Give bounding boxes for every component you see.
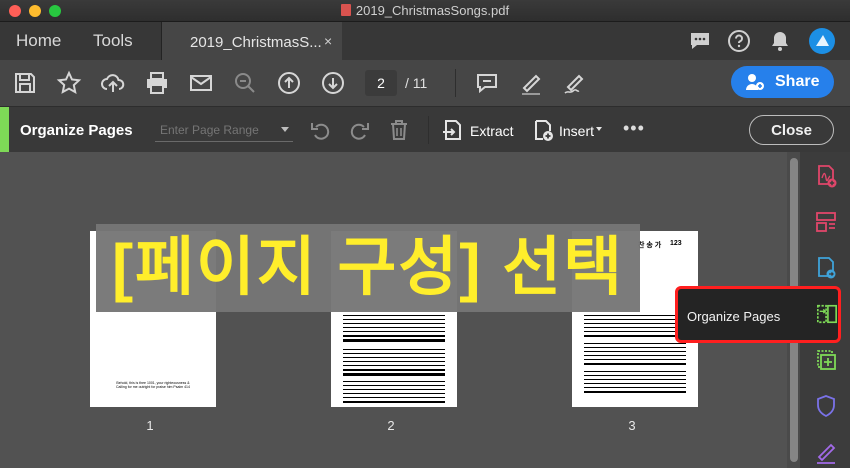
instruction-overlay: [페이지 구성] 선택 (96, 224, 640, 312)
more-options-button[interactable]: ••• (623, 118, 645, 139)
protect-shield-icon[interactable] (814, 394, 838, 418)
top-navigation: Home Tools 2019_ChristmasS... × (0, 22, 850, 60)
music-staff (343, 381, 445, 403)
print-icon[interactable] (144, 70, 170, 96)
previous-page-icon[interactable] (276, 70, 302, 96)
combine-files-icon[interactable] (814, 348, 838, 372)
page-total-label: / 11 (405, 75, 428, 91)
window-titlebar: 2019_ChristmasSongs.pdf (0, 0, 850, 22)
close-organize-button[interactable]: Close (749, 115, 834, 145)
music-staff (343, 315, 445, 337)
current-page-input[interactable]: 2 (365, 70, 397, 96)
music-staff (584, 371, 686, 393)
page-3-hymn-number: 123 (670, 240, 682, 247)
add-comment-icon[interactable] (474, 70, 500, 96)
account-avatar[interactable] (809, 28, 835, 54)
toolbar-divider (455, 69, 456, 97)
window-title: 2019_ChristmasSongs.pdf (0, 3, 850, 18)
page-number-label: 3 (628, 418, 636, 433)
organize-pages-tooltip: Organize Pages (675, 286, 841, 343)
share-button[interactable]: Share (731, 66, 834, 98)
close-button-label: Close (771, 122, 812, 139)
window-title-text: 2019_ChristmasSongs.pdf (355, 3, 510, 18)
help-icon[interactable] (727, 29, 751, 53)
notifications-bell-icon[interactable] (768, 29, 792, 53)
fill-sign-icon[interactable] (562, 70, 588, 96)
add-user-icon (746, 74, 764, 90)
rotate-left-icon[interactable] (309, 118, 333, 142)
page-range-dropdown[interactable] (155, 118, 293, 142)
document-tab-label: 2019_ChristmasS... (190, 34, 322, 51)
document-tab-close-button[interactable]: × (324, 33, 332, 49)
bookmark-star-icon[interactable] (56, 70, 82, 96)
rotate-right-icon[interactable] (347, 118, 371, 142)
extract-button[interactable]: Extract (470, 123, 514, 139)
organize-pages-title: Organize Pages (20, 122, 133, 139)
email-icon[interactable] (188, 70, 214, 96)
music-staff (584, 343, 686, 365)
save-icon[interactable] (12, 70, 38, 96)
page-number-label: 2 (387, 418, 395, 433)
organize-accent-bar (0, 107, 9, 153)
insert-caret-icon[interactable] (596, 127, 602, 131)
insert-pages-icon[interactable] (531, 118, 555, 142)
music-lyrics-bar (343, 339, 445, 342)
edit-pdf-icon[interactable] (814, 210, 838, 234)
page-number-label: 1 (146, 418, 154, 433)
document-tab[interactable]: 2019_ChristmasS... × (162, 22, 342, 60)
page-3-heading: 찬 송 가 (638, 242, 662, 249)
share-button-label: Share (775, 73, 820, 90)
fill-sign-pen-icon[interactable] (814, 440, 838, 464)
export-pdf-icon[interactable] (814, 256, 838, 280)
music-staff (584, 315, 686, 337)
organize-pages-toolbar: Organize Pages Extract Insert ••• Close (0, 106, 850, 153)
comment-bubble-icon[interactable] (688, 29, 712, 53)
extract-pages-icon[interactable] (441, 118, 465, 142)
create-pdf-icon[interactable] (814, 164, 838, 188)
tools-tab[interactable]: Tools (93, 31, 133, 51)
music-staff (343, 349, 445, 371)
insert-button[interactable]: Insert (559, 123, 594, 139)
next-page-icon[interactable] (320, 70, 346, 96)
page-range-input[interactable] (155, 118, 275, 142)
organize-pages-tooltip-text: Organize Pages (687, 309, 781, 324)
pdf-file-icon (340, 4, 351, 16)
main-toolbar: 2 / 11 Share (0, 60, 850, 106)
chevron-down-icon[interactable] (281, 127, 289, 132)
upload-cloud-icon[interactable] (100, 70, 126, 96)
page-1-verse-text: Behold, this is thee 1001, your righteou… (116, 381, 190, 389)
cloud-logo-icon (816, 35, 829, 46)
delete-trash-icon[interactable] (387, 118, 411, 142)
organize-pages-icon[interactable] (816, 303, 838, 325)
zoom-search-icon[interactable] (232, 70, 258, 96)
instruction-overlay-text: [페이지 구성] 선택 (111, 231, 625, 303)
home-tab[interactable]: Home (16, 31, 61, 51)
music-lyrics-bar (343, 373, 445, 376)
organize-divider (428, 116, 429, 144)
highlight-pen-icon[interactable] (518, 70, 544, 96)
